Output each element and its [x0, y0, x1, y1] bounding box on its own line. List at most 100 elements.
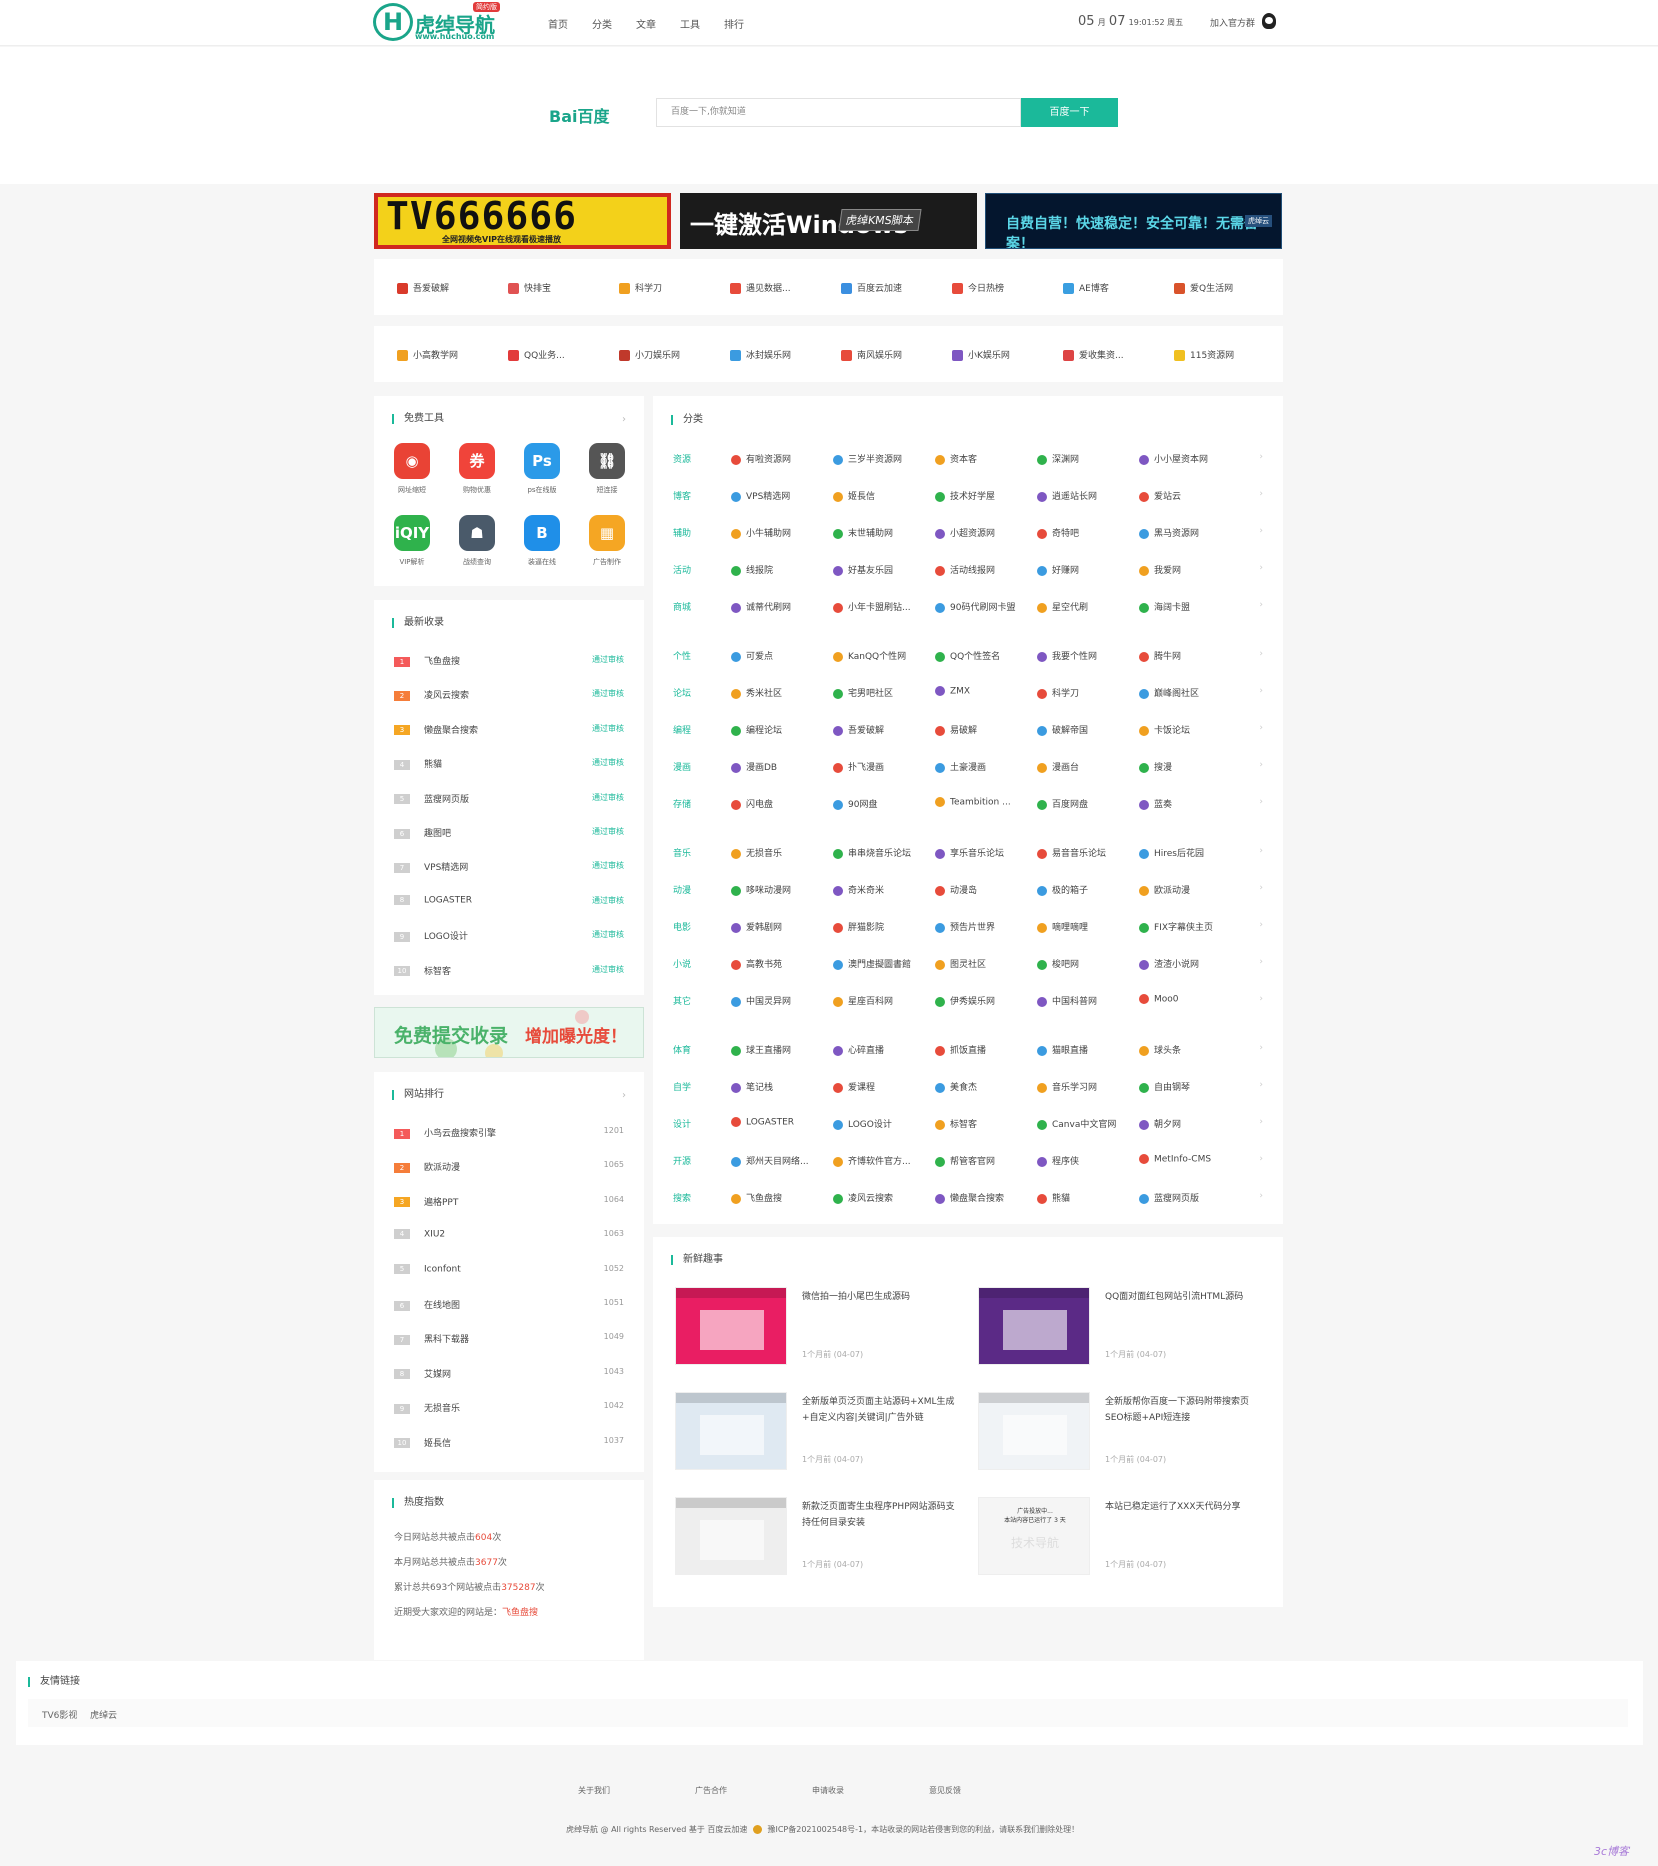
category-site-link[interactable]: Canva中文官网: [1037, 1117, 1133, 1130]
category-site-link[interactable]: 抓饭直播: [935, 1043, 1031, 1056]
category-site-link[interactable]: 伊秀娱乐网: [935, 994, 1031, 1007]
category-site-link[interactable]: 好赚网: [1037, 563, 1133, 576]
quick-link[interactable]: 遇见数据...: [730, 281, 791, 294]
category-site-link[interactable]: 宅男吧社区: [833, 686, 929, 699]
category-site-link[interactable]: 齐博软件官方...: [833, 1154, 929, 1167]
category-site-link[interactable]: 诚蒂代刷网: [731, 600, 827, 613]
category-site-link[interactable]: 串串烧音乐论坛: [833, 846, 929, 859]
category-site-link[interactable]: 科学刀: [1037, 686, 1133, 699]
latest-item[interactable]: 4 熊貓 通过审核: [394, 757, 624, 771]
category-site-link[interactable]: 奇米奇米: [833, 883, 929, 896]
latest-item[interactable]: 2 凌风云搜索 通过审核: [394, 688, 624, 702]
tool-item[interactable]: ⛓ 短连接: [577, 443, 637, 495]
nav-tools[interactable]: 工具: [680, 16, 724, 31]
category-site-link[interactable]: 标智客: [935, 1117, 1031, 1130]
category-site-link[interactable]: 可爱点: [731, 649, 827, 662]
quick-link[interactable]: 小K娱乐网: [952, 348, 1010, 361]
category-name[interactable]: 电影: [673, 920, 691, 933]
latest-item[interactable]: 8 LOGASTER 通过审核: [394, 894, 624, 909]
chevron-right-icon[interactable]: ›: [1259, 600, 1263, 610]
chevron-right-icon[interactable]: ›: [1259, 489, 1263, 499]
category-site-link[interactable]: ZMX: [935, 686, 1031, 697]
category-site-link[interactable]: MetInfo-CMS: [1139, 1154, 1235, 1165]
category-site-link[interactable]: LOGO设计: [833, 1117, 929, 1130]
news-thumbnail[interactable]: [978, 1392, 1090, 1470]
category-site-link[interactable]: 球王直播网: [731, 1043, 827, 1056]
latest-item[interactable]: 1 飞鱼盘搜 通过审核: [394, 654, 624, 668]
category-name[interactable]: 漫画: [673, 760, 691, 773]
latest-item[interactable]: 5 蓝瘦网页版 通过审核: [394, 792, 624, 806]
news-item[interactable]: 微信拍一拍小尾巴生成源码 1个月前 (04-07): [675, 1287, 965, 1367]
category-site-link[interactable]: 有啦资源网: [731, 452, 827, 465]
category-site-link[interactable]: 懒盘聚合搜索: [935, 1191, 1031, 1204]
news-thumbnail[interactable]: [675, 1497, 787, 1575]
category-name[interactable]: 辅助: [673, 526, 691, 539]
chevron-right-icon[interactable]: ›: [1259, 1043, 1263, 1053]
category-site-link[interactable]: 美食杰: [935, 1080, 1031, 1093]
news-title[interactable]: 本站已稳定运行了XXX天代码分享: [1105, 1499, 1265, 1515]
quick-link[interactable]: QQ业务...: [508, 348, 565, 361]
category-name[interactable]: 博客: [673, 489, 691, 502]
category-site-link[interactable]: 线报院: [731, 563, 827, 576]
category-site-link[interactable]: 极的箱子: [1037, 883, 1133, 896]
ranking-item[interactable]: 8 艾媒网 1043: [394, 1367, 624, 1381]
category-site-link[interactable]: 深渊网: [1037, 452, 1133, 465]
chevron-right-icon[interactable]: ›: [1259, 797, 1263, 807]
category-site-link[interactable]: 我爱网: [1139, 563, 1235, 576]
quick-link[interactable]: 吾爱破解: [397, 281, 449, 294]
category-site-link[interactable]: 球头条: [1139, 1043, 1235, 1056]
category-site-link[interactable]: 我要个性网: [1037, 649, 1133, 662]
nav-category[interactable]: 分类: [592, 16, 636, 31]
category-site-link[interactable]: 猫眼直播: [1037, 1043, 1133, 1056]
news-thumbnail[interactable]: [675, 1287, 787, 1365]
footer-ads[interactable]: 广告合作: [695, 1785, 727, 1796]
category-site-link[interactable]: 漫画DB: [731, 760, 827, 773]
ranking-item[interactable]: 7 黑科下载器 1049: [394, 1332, 624, 1346]
category-site-link[interactable]: 搜漫: [1139, 760, 1235, 773]
category-name[interactable]: 体育: [673, 1043, 691, 1056]
category-site-link[interactable]: Teambition ...: [935, 797, 1031, 808]
category-site-link[interactable]: 无损音乐: [731, 846, 827, 859]
footer-feedback[interactable]: 意见反馈: [929, 1785, 961, 1796]
quick-link[interactable]: 科学刀: [619, 281, 662, 294]
category-site-link[interactable]: 图灵社区: [935, 957, 1031, 970]
category-name[interactable]: 其它: [673, 994, 691, 1007]
category-site-link[interactable]: 心碎直播: [833, 1043, 929, 1056]
category-site-link[interactable]: 小牛辅助网: [731, 526, 827, 539]
category-site-link[interactable]: 漫画台: [1037, 760, 1133, 773]
category-site-link[interactable]: 笔记栈: [731, 1080, 827, 1093]
category-site-link[interactable]: 澳門虛擬圖書館: [833, 957, 929, 970]
category-site-link[interactable]: 中国科普网: [1037, 994, 1133, 1007]
category-site-link[interactable]: 爱站云: [1139, 489, 1235, 502]
category-site-link[interactable]: 预告片世界: [935, 920, 1031, 933]
banner-tv6[interactable]: TV666666 全网视频免VIP在线观看极速播放: [374, 193, 671, 249]
chevron-right-icon[interactable]: ›: [1259, 920, 1263, 930]
chevron-right-icon[interactable]: ›: [1259, 563, 1263, 573]
category-name[interactable]: 商城: [673, 600, 691, 613]
news-thumbnail[interactable]: [675, 1392, 787, 1470]
chevron-right-icon[interactable]: ›: [1259, 883, 1263, 893]
category-site-link[interactable]: 动漫岛: [935, 883, 1031, 896]
category-site-link[interactable]: 腾牛网: [1139, 649, 1235, 662]
search-input[interactable]: 百度一下,你就知道: [656, 98, 1021, 127]
chevron-right-icon[interactable]: ›: [1259, 686, 1263, 696]
category-site-link[interactable]: 土豪漫画: [935, 760, 1031, 773]
nav-home[interactable]: 首页: [548, 16, 592, 31]
chevron-right-icon[interactable]: ›: [1259, 957, 1263, 967]
category-site-link[interactable]: 享乐音乐论坛: [935, 846, 1031, 859]
category-name[interactable]: 活动: [673, 563, 691, 576]
category-site-link[interactable]: 破解帝国: [1037, 723, 1133, 736]
footer-apply[interactable]: 申请收录: [812, 1785, 844, 1796]
category-name[interactable]: 论坛: [673, 686, 691, 699]
category-site-link[interactable]: 熊貓: [1037, 1191, 1133, 1204]
chevron-right-icon[interactable]: ›: [1259, 760, 1263, 770]
quick-link[interactable]: 115资源网: [1174, 348, 1234, 361]
news-title[interactable]: QQ面对面红包网站引流HTML源码: [1105, 1289, 1265, 1305]
category-site-link[interactable]: 梭吧网: [1037, 957, 1133, 970]
tools-more-icon[interactable]: ›: [622, 414, 626, 425]
category-site-link[interactable]: 吾爱破解: [833, 723, 929, 736]
category-site-link[interactable]: 蓝奏: [1139, 797, 1235, 810]
category-site-link[interactable]: 巅峰阁社区: [1139, 686, 1235, 699]
tool-item[interactable]: Ps ps在线版: [512, 443, 572, 495]
news-item[interactable]: 全新版单页泛页面主站源码+XML生成+自定义内容|关键词|广告外链 1个月前 (0…: [675, 1392, 965, 1472]
